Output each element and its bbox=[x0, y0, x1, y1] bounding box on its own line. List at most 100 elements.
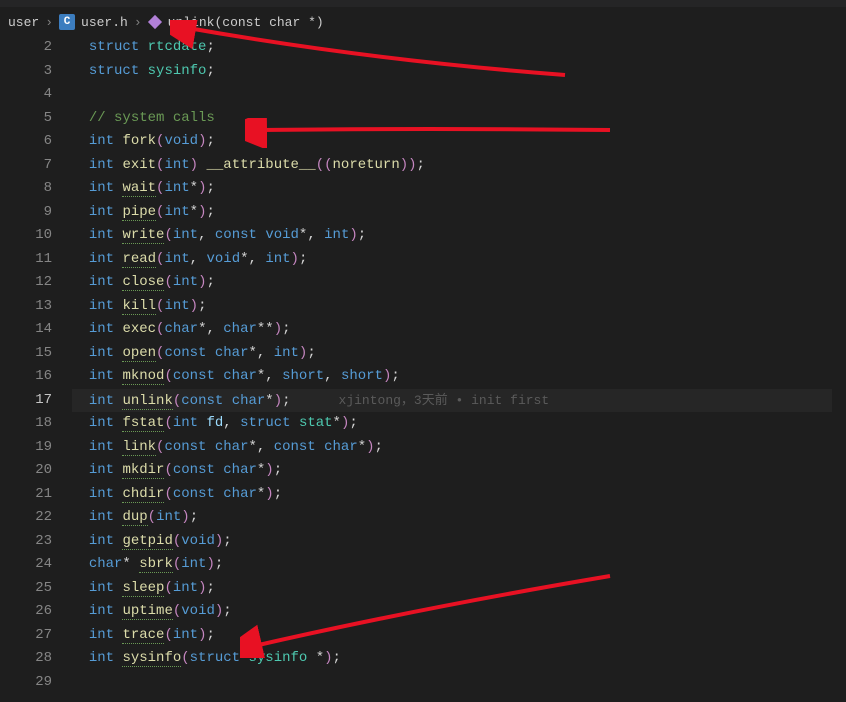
code-token: const bbox=[173, 368, 215, 384]
code-token: ; bbox=[198, 298, 206, 314]
line-number[interactable]: 27 bbox=[0, 624, 52, 648]
code-token: exit bbox=[122, 157, 156, 173]
code-line[interactable]: struct rtcdate; bbox=[72, 36, 846, 60]
code-token: ) bbox=[349, 227, 357, 243]
line-number[interactable]: 25 bbox=[0, 577, 52, 601]
line-number[interactable]: 10 bbox=[0, 224, 52, 248]
line-number[interactable]: 21 bbox=[0, 483, 52, 507]
line-number[interactable]: 4 bbox=[0, 83, 52, 107]
code-line[interactable]: int kill(int); bbox=[72, 295, 846, 319]
line-number[interactable]: 26 bbox=[0, 600, 52, 624]
code-line[interactable]: int unlink(const char*);xjintong，3天前 • i… bbox=[72, 389, 846, 413]
code-token: ; bbox=[206, 274, 214, 290]
code-line[interactable]: struct sysinfo; bbox=[72, 60, 846, 84]
code-line[interactable]: int exit(int) __attribute__((noreturn)); bbox=[72, 154, 846, 178]
code-line[interactable] bbox=[72, 83, 846, 107]
code-line[interactable] bbox=[72, 671, 846, 695]
code-token: , bbox=[206, 321, 223, 337]
code-content[interactable]: struct rtcdate; struct sysinfo; // syste… bbox=[72, 36, 846, 702]
code-token: stat bbox=[299, 415, 333, 431]
line-number[interactable]: 8 bbox=[0, 177, 52, 201]
code-token: getpid bbox=[122, 533, 172, 550]
code-token: int bbox=[89, 298, 114, 314]
line-number[interactable]: 5 bbox=[0, 107, 52, 131]
code-token: close bbox=[122, 274, 164, 291]
chevron-right-icon: › bbox=[45, 15, 53, 30]
line-number[interactable]: 6 bbox=[0, 130, 52, 154]
code-token: ( bbox=[164, 368, 172, 384]
line-number[interactable]: 2 bbox=[0, 36, 52, 60]
code-token: ) bbox=[291, 251, 299, 267]
code-token: link bbox=[122, 439, 156, 456]
code-line[interactable]: // system calls bbox=[72, 107, 846, 131]
code-line[interactable]: int link(const char*, const char*); bbox=[72, 436, 846, 460]
code-token: * bbox=[265, 393, 273, 409]
line-number[interactable]: 20 bbox=[0, 459, 52, 483]
code-line[interactable]: int close(int); bbox=[72, 271, 846, 295]
code-line[interactable]: int dup(int); bbox=[72, 506, 846, 530]
code-token: sbrk bbox=[139, 556, 173, 573]
code-token: uptime bbox=[122, 603, 172, 620]
breadcrumb-folder[interactable]: user bbox=[8, 15, 39, 30]
code-token: int bbox=[89, 133, 114, 149]
code-line[interactable]: int uptime(void); bbox=[72, 600, 846, 624]
code-token bbox=[291, 415, 299, 431]
line-number[interactable]: 15 bbox=[0, 342, 52, 366]
code-token: , bbox=[249, 251, 266, 267]
code-line[interactable]: int wait(int*); bbox=[72, 177, 846, 201]
breadcrumb[interactable]: user › C user.h › unlink(const char *) bbox=[0, 8, 846, 36]
code-token: void bbox=[181, 603, 215, 619]
code-token: int bbox=[274, 345, 299, 361]
code-token: int bbox=[89, 321, 114, 337]
code-line[interactable]: int getpid(void); bbox=[72, 530, 846, 554]
code-token: * bbox=[240, 251, 248, 267]
code-token: * bbox=[122, 556, 139, 572]
code-line[interactable]: int trace(int); bbox=[72, 624, 846, 648]
line-number[interactable]: 14 bbox=[0, 318, 52, 342]
line-number[interactable]: 3 bbox=[0, 60, 52, 84]
line-number-gutter[interactable]: 2345678910111213141516171819202122232425… bbox=[0, 36, 72, 702]
code-token: int bbox=[89, 603, 114, 619]
code-line[interactable]: int sleep(int); bbox=[72, 577, 846, 601]
code-token: char bbox=[164, 321, 198, 337]
code-line[interactable]: int mknod(const char*, short, short); bbox=[72, 365, 846, 389]
code-line[interactable]: char* sbrk(int); bbox=[72, 553, 846, 577]
code-line[interactable]: int fstat(int fd, struct stat*); bbox=[72, 412, 846, 436]
code-line[interactable]: int fork(void); bbox=[72, 130, 846, 154]
line-number[interactable]: 19 bbox=[0, 436, 52, 460]
minimap[interactable] bbox=[832, 36, 846, 702]
code-token: read bbox=[122, 251, 156, 268]
line-number[interactable]: 7 bbox=[0, 154, 52, 178]
code-token: short bbox=[341, 368, 383, 384]
line-number[interactable]: 16 bbox=[0, 365, 52, 389]
code-line[interactable]: int exec(char*, char**); bbox=[72, 318, 846, 342]
code-line[interactable]: int open(const char*, int); bbox=[72, 342, 846, 366]
code-token: struct bbox=[240, 415, 290, 431]
code-token: * bbox=[190, 180, 198, 196]
line-number[interactable]: 29 bbox=[0, 671, 52, 695]
editor-tabs[interactable] bbox=[0, 0, 846, 8]
code-token: int bbox=[173, 415, 198, 431]
code-line[interactable]: int sysinfo(struct sysinfo *); bbox=[72, 647, 846, 671]
code-line[interactable]: int chdir(const char*); bbox=[72, 483, 846, 507]
line-number[interactable]: 11 bbox=[0, 248, 52, 272]
breadcrumb-file[interactable]: user.h bbox=[81, 15, 128, 30]
line-number[interactable]: 28 bbox=[0, 647, 52, 671]
line-number[interactable]: 17 bbox=[0, 389, 52, 413]
line-number[interactable]: 22 bbox=[0, 506, 52, 530]
code-token bbox=[206, 345, 214, 361]
code-line[interactable]: int read(int, void*, int); bbox=[72, 248, 846, 272]
line-number[interactable]: 13 bbox=[0, 295, 52, 319]
line-number[interactable]: 23 bbox=[0, 530, 52, 554]
code-line[interactable]: int pipe(int*); bbox=[72, 201, 846, 225]
code-token: int bbox=[89, 509, 114, 525]
code-line[interactable]: int write(int, const void*, int); bbox=[72, 224, 846, 248]
line-number[interactable]: 9 bbox=[0, 201, 52, 225]
breadcrumb-symbol[interactable]: unlink(const char *) bbox=[168, 15, 324, 30]
line-number[interactable]: 18 bbox=[0, 412, 52, 436]
line-number[interactable]: 12 bbox=[0, 271, 52, 295]
code-token: chdir bbox=[122, 486, 164, 503]
code-editor[interactable]: 2345678910111213141516171819202122232425… bbox=[0, 36, 846, 702]
code-line[interactable]: int mkdir(const char*); bbox=[72, 459, 846, 483]
line-number[interactable]: 24 bbox=[0, 553, 52, 577]
